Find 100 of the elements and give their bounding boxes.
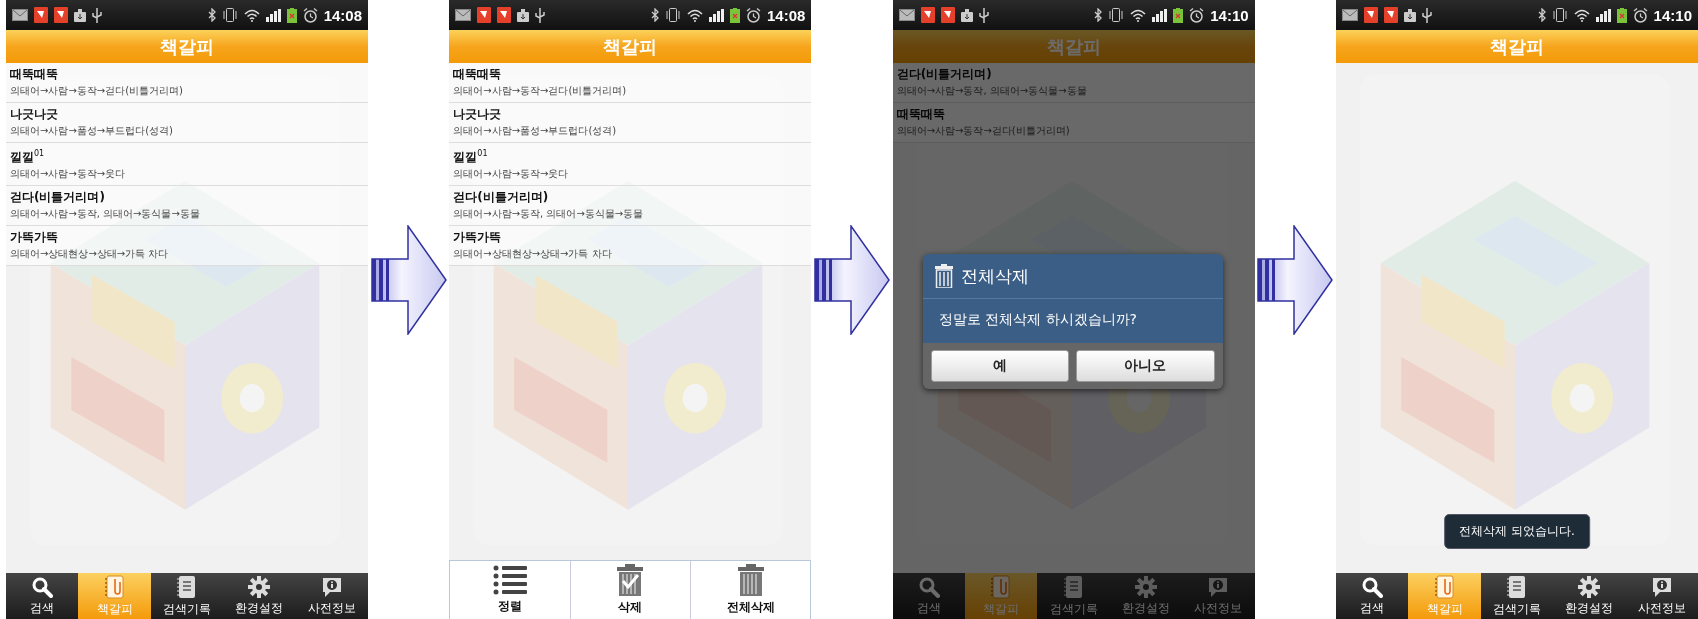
dialog-button[interactable]: 예 — [930, 350, 1070, 382]
info-bubble-icon — [1650, 575, 1673, 598]
tab-label: 사전정보 — [1194, 599, 1243, 617]
usb-icon — [978, 7, 989, 23]
tab[interactable]: 환경설정 — [223, 573, 296, 619]
vibrate-icon — [664, 8, 681, 22]
bluetooth-icon — [207, 8, 216, 22]
menu-item[interactable]: 정렬 — [450, 561, 570, 619]
alarm-clock-icon — [1189, 7, 1205, 23]
tab[interactable]: 환경설정 — [1553, 573, 1626, 619]
screen-title: 책갈피 — [603, 34, 658, 59]
signal-icon — [1595, 8, 1611, 22]
toast-message: 전체삭제 되었습니다. — [1444, 514, 1590, 549]
tab-label: 검색 — [916, 599, 941, 617]
battery-icon — [1173, 7, 1184, 23]
tab[interactable]: 검색기록 — [1037, 573, 1110, 619]
category-path: 의태어→사람→동작, 의태어→동식물→동물 — [453, 207, 645, 221]
word-title[interactable]: 걷다(비틀거리며) — [453, 188, 808, 206]
category-path: 의태어→사람→품성→부드럽다(성격) — [453, 124, 618, 138]
category-path: 의태어→상태현상→상태→가득 차다 — [10, 247, 170, 261]
alarm-clock-icon — [1632, 7, 1648, 23]
usb-icon — [1422, 7, 1432, 23]
word-title[interactable]: 가뜩가뜩 — [10, 228, 364, 246]
battery-icon — [286, 7, 297, 23]
mail-icon — [455, 9, 472, 21]
tab[interactable]: 사전정보 — [1625, 573, 1698, 619]
tab[interactable]: 사전정보 — [1182, 573, 1255, 619]
wifi-icon — [1130, 8, 1147, 22]
word-title[interactable]: 나긋나긋 — [10, 105, 364, 123]
menu-item-label: 삭제 — [618, 599, 643, 616]
app-icon — [1384, 7, 1398, 23]
vibrate-icon — [1551, 8, 1568, 22]
screen-title: 책갈피 — [1046, 34, 1101, 59]
tab[interactable]: 검색 — [1336, 573, 1409, 619]
dialog-message: 정말로 전체삭제 하시겠습니까? — [922, 299, 1223, 343]
search-icon — [1361, 575, 1384, 598]
alarm-clock-icon — [302, 7, 318, 23]
clipped-notebook-icon — [1434, 574, 1455, 599]
word-title[interactable]: 나긋나긋 — [453, 105, 808, 123]
wifi-icon — [1573, 8, 1590, 22]
category-path: 의태어→사람→동작→웃다 — [453, 167, 570, 181]
dialog-title: 전체삭제 — [960, 264, 1029, 288]
notebook-icon — [1507, 574, 1527, 599]
usb-icon — [535, 7, 546, 23]
tab-label: 사전정보 — [307, 599, 356, 617]
tab[interactable]: 검색기록 — [150, 573, 224, 619]
tab-label: 검색 — [30, 599, 55, 617]
download-icon — [960, 8, 973, 22]
tab-label: 책갈피 — [983, 600, 1020, 618]
tab-label: 책갈피 — [96, 600, 133, 618]
tab[interactable]: 사전정보 — [295, 573, 368, 619]
menu-item[interactable]: 전체삭제 — [690, 561, 811, 619]
notebook-icon — [177, 574, 197, 599]
category-path: 의태어→사람→동작, 의태어→동식물→동물 — [896, 84, 1088, 98]
battery-icon — [1616, 7, 1627, 23]
battery-icon — [729, 7, 740, 23]
tab-label: 사전정보 — [1637, 599, 1686, 617]
download-icon — [74, 8, 86, 22]
tab-label: 검색기록 — [163, 600, 211, 618]
tab[interactable]: 검색기록 — [1480, 573, 1554, 619]
alarm-clock-icon — [745, 7, 761, 23]
clock-time: 14:10 — [1653, 6, 1692, 24]
clipped-notebook-icon — [991, 574, 1012, 599]
list-icon — [493, 565, 527, 595]
app-icon — [34, 7, 48, 23]
gear-icon — [1578, 575, 1601, 598]
download-icon — [517, 8, 530, 22]
mail-icon — [1342, 9, 1358, 21]
info-bubble-icon — [1207, 575, 1230, 598]
dialog-button[interactable]: 아니오 — [1076, 350, 1215, 382]
menu-item[interactable]: 삭제 — [569, 561, 690, 619]
app-icon — [1364, 7, 1378, 23]
info-bubble-icon — [320, 575, 343, 598]
tab-label: 책갈피 — [1426, 600, 1463, 618]
category-path: 의태어→상태현상→상태→가득 차다 — [453, 247, 613, 261]
trash-icon — [737, 564, 764, 596]
search-icon — [917, 575, 940, 598]
word-title[interactable]: 걷다(비틀거리며) — [896, 65, 1251, 83]
word-title[interactable]: 때뚝때뚝 — [896, 105, 1251, 123]
vibrate-icon — [221, 8, 238, 22]
bluetooth-icon — [1094, 8, 1103, 22]
word-title[interactable]: 낄낄$^{01}$ — [453, 145, 808, 166]
bluetooth-icon — [1537, 8, 1546, 22]
app-icon — [54, 7, 68, 23]
tab[interactable]: 환경설정 — [1109, 573, 1183, 619]
word-title[interactable]: 낄낄$^{01}$ — [10, 145, 364, 166]
word-title[interactable]: 때뚝때뚝 — [10, 65, 364, 83]
category-path: 의태어→사람→동작→웃다 — [10, 167, 127, 181]
clipped-notebook-icon — [104, 574, 125, 599]
app-icon — [920, 7, 935, 23]
tab-label: 환경설정 — [1122, 599, 1171, 617]
trash-icon — [934, 264, 953, 288]
gear-icon — [1135, 575, 1158, 598]
download-icon — [1404, 8, 1416, 22]
category-path: 의태어→사람→동작→걷다(비틀거리며) — [896, 124, 1071, 138]
word-title[interactable]: 가뜩가뜩 — [453, 228, 808, 246]
tab[interactable]: 검색 — [6, 573, 79, 619]
clock-time: 14:08 — [323, 6, 362, 24]
word-title[interactable]: 때뚝때뚝 — [453, 65, 808, 83]
word-title[interactable]: 걷다(비틀거리며) — [10, 188, 364, 206]
